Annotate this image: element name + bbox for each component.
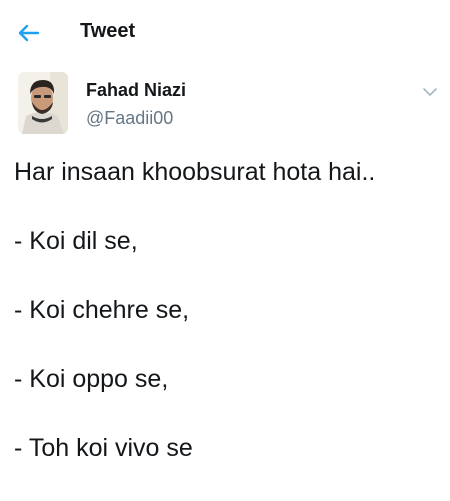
top-bar: Tweet — [0, 0, 450, 62]
tweet-line: - Koi chehre se, — [14, 296, 190, 324]
chevron-down-icon — [423, 87, 437, 96]
tweet-line: - Koi dil se, — [14, 227, 138, 255]
avatar[interactable] — [18, 72, 68, 134]
username[interactable]: @Faadii00 — [86, 108, 173, 129]
arrow-left-icon — [18, 24, 40, 42]
display-name[interactable]: Fahad Niazi — [86, 80, 186, 101]
tweet-text: Har insaan khoobsurat hota hai.. - Koi d… — [14, 156, 434, 501]
tweet-line: - Toh koi vivo se — [14, 434, 193, 462]
avatar-photo — [18, 72, 68, 134]
page-title: Tweet — [80, 20, 136, 42]
back-button[interactable] — [14, 18, 44, 48]
tweet-author: Fahad Niazi @Faadii00 — [0, 70, 450, 140]
tweet-line: Har insaan khoobsurat hota hai.. — [14, 158, 376, 186]
more-options-button[interactable] — [418, 82, 442, 102]
tweet-line: - Koi oppo se, — [14, 365, 169, 393]
